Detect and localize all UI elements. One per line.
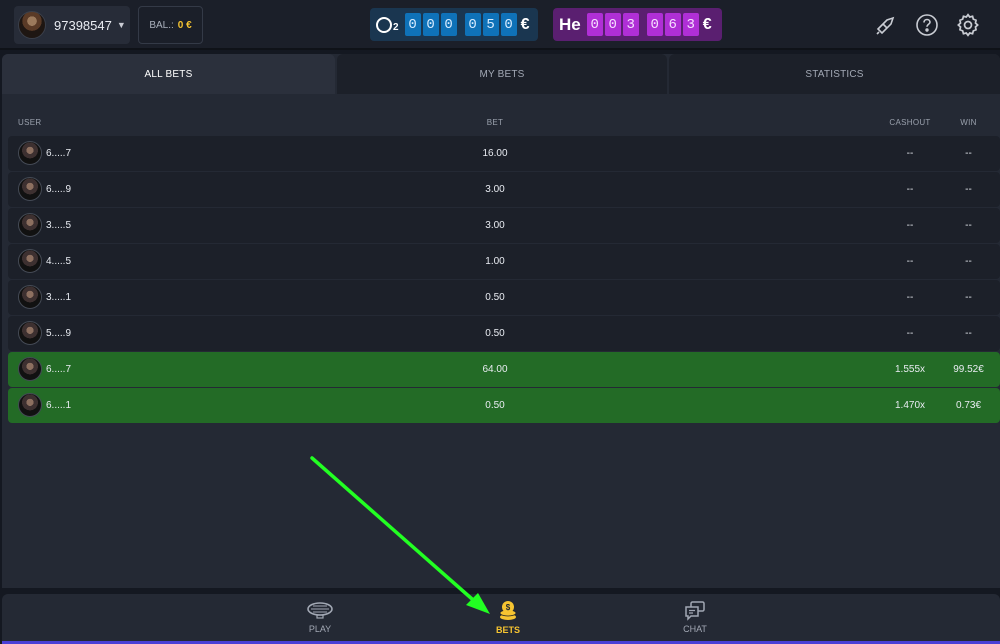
annotation-arrow bbox=[310, 456, 490, 614]
